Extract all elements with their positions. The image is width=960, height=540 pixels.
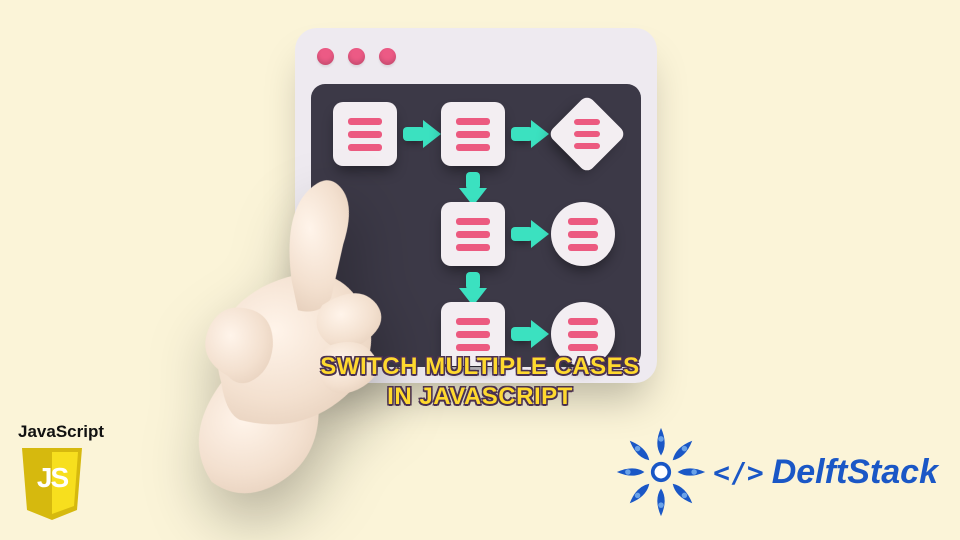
javascript-badge: JavaScript JS [18,422,104,522]
delftstack-logo: </> DelftStack [615,426,938,518]
flow-arrow-right [511,127,533,141]
flow-arrow-right [511,227,533,241]
javascript-shield-icon: JS [18,446,86,522]
delftstack-brand-text: DelftStack [772,453,938,492]
delftstack-mandala-icon [615,426,707,518]
flow-node-square [441,202,505,266]
caption-line-1: Switch Multiple Cases [0,352,960,382]
window-titlebar [295,28,657,84]
image-caption: Switch Multiple Cases in Javascript [0,352,960,412]
flow-node-circle [551,202,615,266]
flow-node-square [441,102,505,166]
delftstack-code-icon: </> [713,456,764,489]
flow-arrow-right [511,327,533,341]
javascript-shield-text: JS [18,462,86,494]
traffic-dot-2 [348,48,365,65]
flow-arrow-down [466,172,480,190]
javascript-label: JavaScript [18,422,104,442]
traffic-dot-3 [379,48,396,65]
caption-line-2: in Javascript [0,382,960,412]
flow-node-diamond [547,94,626,173]
traffic-dot-1 [317,48,334,65]
flow-arrow-down [466,272,480,290]
